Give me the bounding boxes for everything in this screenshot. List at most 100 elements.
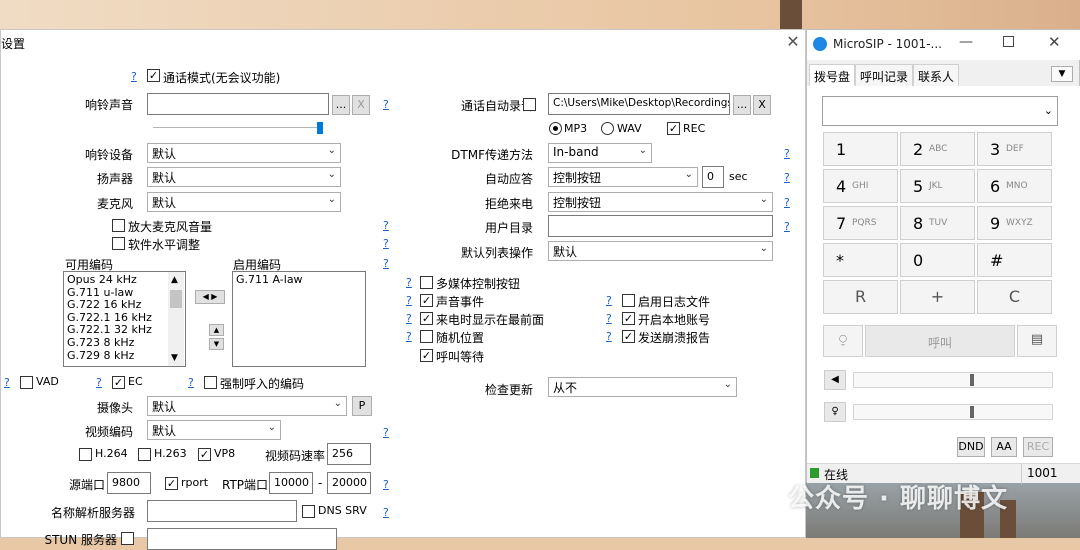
camera-preview-button[interactable]: P <box>352 396 372 416</box>
record-clear-button[interactable]: X <box>753 95 771 115</box>
mic-volume-slider[interactable] <box>853 404 1053 420</box>
help-link[interactable]: ? <box>383 237 389 250</box>
speaker-icon[interactable]: ◀ <box>824 370 846 390</box>
key-1[interactable]: 1 <box>823 132 898 166</box>
volume-slider-track[interactable] <box>153 127 323 128</box>
tab-contacts[interactable]: 联系人 <box>913 64 960 86</box>
auto-answer-delay-input[interactable]: 0 <box>702 166 724 188</box>
chevron-up-icon[interactable]: ▲ <box>171 274 178 287</box>
media-buttons-checkbox[interactable] <box>420 276 433 289</box>
speaker-select[interactable]: 默认 ⌄ <box>147 167 341 187</box>
record-browse-button[interactable]: ... <box>733 95 751 115</box>
list-item[interactable]: G.711 A-law <box>236 273 362 287</box>
help-link[interactable]: ? <box>383 98 389 111</box>
help-link[interactable]: ? <box>784 220 790 233</box>
list-item[interactable]: G.722 16 kHz <box>67 299 182 312</box>
camera-select[interactable]: 默认 ⌄ <box>147 396 347 416</box>
help-link[interactable]: ? <box>96 376 102 389</box>
software-level-checkbox[interactable] <box>112 237 125 250</box>
slider-thumb[interactable] <box>970 374 974 386</box>
available-codecs-list[interactable]: Opus 24 kHz G.711 u-law G.722 16 kHz G.7… <box>63 271 186 367</box>
video-codec-select[interactable]: 默认 ⌄ <box>147 420 281 440</box>
ringtone-browse-button[interactable]: ... <box>332 95 350 115</box>
mp3-radio[interactable] <box>549 122 562 135</box>
local-account-checkbox[interactable]: ✓ <box>622 312 635 325</box>
menu-dropdown-button[interactable]: ▼ <box>1051 66 1073 82</box>
message-button[interactable]: ▤ <box>1017 325 1057 357</box>
vad-checkbox[interactable] <box>20 376 33 389</box>
vp8-checkbox[interactable]: ✓ <box>198 448 211 461</box>
key-hash[interactable]: # <box>977 243 1052 277</box>
tab-call-log[interactable]: 呼叫记录 <box>855 64 914 86</box>
key-0[interactable]: 0 <box>900 243 975 277</box>
speaker-volume-slider[interactable] <box>853 372 1053 388</box>
record-path-input[interactable]: C:\Users\Mike\Desktop\Recordings <box>548 93 730 115</box>
h263-checkbox[interactable] <box>138 448 151 461</box>
move-codec-buttons[interactable]: ◀ ▶ <box>195 290 225 304</box>
chevron-down-icon[interactable]: ⌄ <box>1044 104 1053 117</box>
reject-select[interactable]: 控制按钮 ⌄ <box>548 192 773 212</box>
ec-checkbox[interactable]: ✓ <box>112 376 125 389</box>
help-link[interactable]: ? <box>784 147 790 160</box>
list-item[interactable]: G.729 8 kHz <box>67 349 182 363</box>
dnd-button[interactable]: DND <box>957 437 985 457</box>
stun-input[interactable] <box>147 528 337 550</box>
volume-slider-thumb[interactable] <box>317 122 323 134</box>
source-port-input[interactable]: 9800 <box>107 472 151 494</box>
key-9[interactable]: 9 WXYZ <box>977 206 1052 240</box>
help-link[interactable]: ? <box>784 196 790 209</box>
help-link[interactable]: ? <box>383 478 389 491</box>
random-pos-checkbox[interactable] <box>420 330 433 343</box>
rtp-port-to-input[interactable]: 20000 <box>327 472 371 494</box>
key-4[interactable]: 4 GHI <box>823 169 898 203</box>
help-link[interactable]: ? <box>131 70 137 83</box>
voicemail-button[interactable]: ⍜ <box>823 325 863 357</box>
dns-srv-checkbox[interactable] <box>302 505 315 518</box>
bring-front-checkbox[interactable]: ✓ <box>420 312 433 325</box>
tab-dialpad[interactable]: 拨号盘 <box>809 64 856 86</box>
number-input[interactable]: ⌄ <box>822 96 1058 126</box>
help-link[interactable]: ? <box>606 312 612 325</box>
chevron-down-icon[interactable]: ▼ <box>171 352 178 365</box>
default-list-select[interactable]: 默认 ⌄ <box>548 241 773 261</box>
help-link[interactable]: ? <box>406 276 412 289</box>
move-up-button[interactable]: ▲ <box>209 324 224 336</box>
plus-button[interactable]: + <box>900 280 975 314</box>
call-mode-checkbox[interactable]: ✓ <box>147 69 160 82</box>
help-link[interactable]: ? <box>406 330 412 343</box>
clear-button[interactable]: C <box>977 280 1052 314</box>
rport-checkbox[interactable]: ✓ <box>165 477 178 490</box>
list-item[interactable]: Opus 24 kHz <box>67 273 182 287</box>
key-star[interactable]: * <box>823 243 898 277</box>
stun-checkbox[interactable] <box>121 532 134 545</box>
key-5[interactable]: 5 JKL <box>900 169 975 203</box>
call-waiting-checkbox[interactable]: ✓ <box>420 349 433 362</box>
rtp-port-from-input[interactable]: 10000 <box>269 472 313 494</box>
help-link[interactable]: ? <box>383 219 389 232</box>
wav-radio[interactable] <box>601 122 614 135</box>
call-button[interactable]: 呼叫 <box>865 325 1015 357</box>
close-icon[interactable]: ✕ <box>783 32 803 52</box>
enable-log-checkbox[interactable] <box>622 294 635 307</box>
dtmf-select[interactable]: In-band ⌄ <box>548 143 652 163</box>
rec-checkbox[interactable]: ✓ <box>667 122 680 135</box>
auto-answer-select[interactable]: 控制按钮 ⌄ <box>548 167 698 187</box>
crash-report-checkbox[interactable]: ✓ <box>622 330 635 343</box>
redial-button[interactable]: R <box>823 280 898 314</box>
scrollbar-thumb[interactable] <box>170 290 182 308</box>
key-7[interactable]: 7 PQRS <box>823 206 898 240</box>
h264-checkbox[interactable] <box>79 448 92 461</box>
help-link[interactable]: ? <box>406 312 412 325</box>
help-link[interactable]: ? <box>4 376 10 389</box>
video-bitrate-input[interactable]: 256 <box>327 443 371 465</box>
force-codec-checkbox[interactable] <box>204 376 217 389</box>
ring-device-select[interactable]: 默认 ⌄ <box>147 143 341 163</box>
list-item[interactable]: G.723 8 kHz <box>67 336 182 350</box>
close-icon[interactable]: ✕ <box>1048 33 1061 51</box>
help-link[interactable]: ? <box>606 294 612 307</box>
sound-events-checkbox[interactable]: ✓ <box>420 294 433 307</box>
key-6[interactable]: 6 MNO <box>977 169 1052 203</box>
maximize-icon[interactable] <box>1003 36 1014 47</box>
help-link[interactable]: ? <box>784 171 790 184</box>
auto-answer-button[interactable]: AA <box>991 437 1017 457</box>
